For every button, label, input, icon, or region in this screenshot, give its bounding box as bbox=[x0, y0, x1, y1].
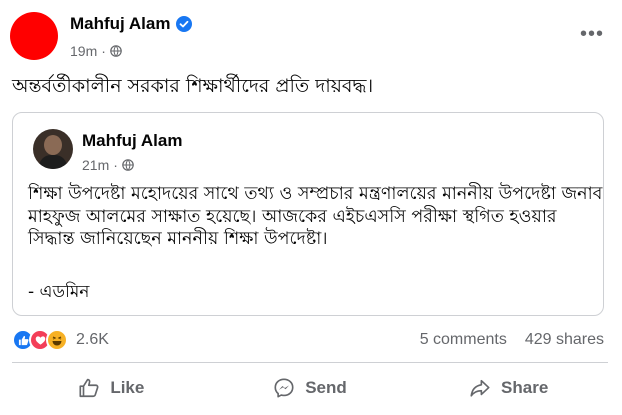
facebook-post: Mahfuj Alam 19m · ••• অন্তর্বর্তীকালীন স… bbox=[0, 0, 622, 415]
shared-post-meta: 21m · bbox=[82, 157, 134, 173]
verified-badge-icon bbox=[176, 16, 193, 32]
actions-divider bbox=[12, 362, 608, 363]
avatar-face-shape bbox=[44, 135, 62, 155]
globe-icon bbox=[122, 159, 134, 171]
globe-icon bbox=[110, 45, 122, 57]
shared-author-name[interactable]: Mahfuj Alam bbox=[82, 131, 182, 151]
share-button[interactable]: Share bbox=[409, 366, 608, 410]
author-name[interactable]: Mahfuj Alam bbox=[70, 14, 170, 34]
author-avatar[interactable] bbox=[10, 12, 58, 60]
send-label: Send bbox=[305, 378, 347, 397]
share-arrow-icon bbox=[470, 379, 490, 397]
shared-post-card[interactable]: Mahfuj Alam 21m · শিক্ষা উপদেষ্টা মহোদয়… bbox=[12, 112, 604, 316]
reactions-count[interactable]: 2.6K bbox=[76, 331, 109, 349]
comments-count[interactable]: 5 comments bbox=[420, 331, 507, 349]
shared-post-signature: - এডমিন bbox=[28, 282, 90, 302]
shared-author-avatar[interactable] bbox=[33, 129, 73, 169]
post-meta: 19m · bbox=[70, 43, 122, 59]
post-timestamp[interactable]: 19m bbox=[70, 43, 97, 59]
post-actions-bar: Like Send Share bbox=[12, 366, 608, 410]
meta-separator: · bbox=[101, 43, 106, 59]
shared-timestamp[interactable]: 21m bbox=[82, 157, 109, 173]
engagement-counts: 5 comments 429 shares bbox=[420, 331, 604, 349]
like-button[interactable]: Like bbox=[12, 366, 211, 410]
shared-post-body: শিক্ষা উপদেষ্টা মহোদয়ের সাথে তথ্য ও সম্… bbox=[28, 184, 603, 249]
thumbs-up-icon bbox=[79, 378, 99, 398]
haha-reaction-icon bbox=[46, 329, 68, 351]
meta-separator: · bbox=[113, 157, 118, 173]
share-label: Share bbox=[501, 378, 549, 397]
more-options-icon[interactable]: ••• bbox=[580, 22, 604, 46]
reactions-summary[interactable]: 2.6K bbox=[12, 329, 109, 351]
like-label: Like bbox=[110, 378, 145, 397]
messenger-icon bbox=[274, 378, 294, 398]
avatar-body-shape bbox=[39, 155, 67, 169]
send-button[interactable]: Send bbox=[211, 366, 410, 410]
shares-count[interactable]: 429 shares bbox=[525, 331, 604, 349]
post-text: অন্তর্বর্তীকালীন সরকার শিক্ষার্থীদের প্র… bbox=[12, 75, 374, 97]
author-name-row: Mahfuj Alam bbox=[70, 14, 193, 34]
